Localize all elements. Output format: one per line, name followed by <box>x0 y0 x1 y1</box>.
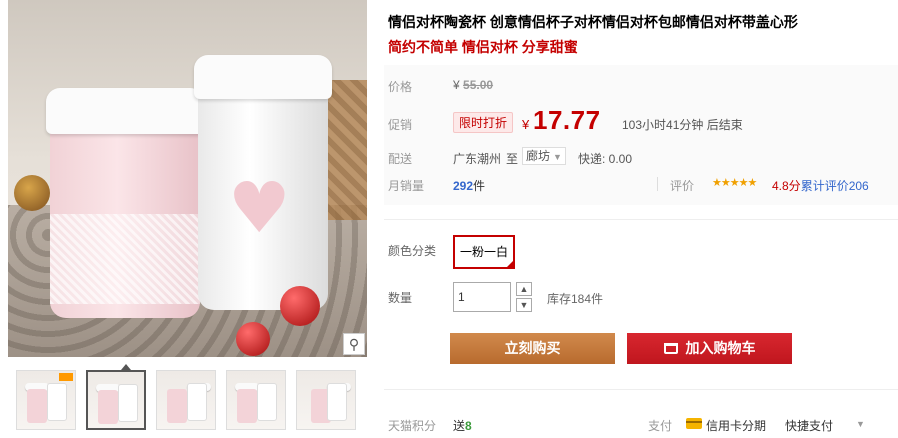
monthly-sales-label: 月销量 <box>388 179 425 193</box>
section-divider <box>384 389 898 390</box>
divider <box>657 177 658 191</box>
cart-icon <box>663 343 678 354</box>
review-label: 评价 <box>670 179 695 193</box>
selected-check-icon <box>505 259 515 269</box>
thumbnail-strip <box>8 364 367 434</box>
rating-summary: 4.8分累计评价206 <box>772 177 869 194</box>
product-main-image[interactable]: ♥ ⚲ <box>8 0 367 357</box>
add-to-cart-label: 加入购物车 <box>685 340 756 356</box>
credit-card-installment[interactable]: 信用卡分期 <box>706 417 766 434</box>
payment-label: 支付 <box>648 419 673 433</box>
thumbnail-2[interactable] <box>86 370 146 430</box>
sku-option-label: 一粉一白 <box>459 245 508 259</box>
quantity-increase-button[interactable]: ▲ <box>516 282 532 296</box>
product-subtitle: 简约不简单 情侣对杯 分享甜蜜 <box>388 39 578 55</box>
quantity-input[interactable] <box>453 282 511 312</box>
points-label: 天猫积分 <box>388 419 437 433</box>
section-divider <box>384 219 898 220</box>
flash-sale-tag: 限时打折 <box>453 112 514 133</box>
chevron-down-icon[interactable]: ▼ <box>856 419 865 429</box>
shipping-origin: 广东潮州 <box>453 152 502 166</box>
sku-option-selected[interactable]: 一粉一白 <box>453 235 515 269</box>
cherry-decoration <box>236 322 270 356</box>
magnifier-icon[interactable]: ⚲ <box>343 333 365 355</box>
thumbnail-3[interactable] <box>156 370 216 430</box>
buy-now-button[interactable]: 立刻购买 <box>450 333 615 364</box>
shipping-label: 配送 <box>388 152 413 166</box>
rating-score: 4.8分 <box>772 179 801 193</box>
original-price-value: 55.00 <box>463 78 494 92</box>
currency-symbol: ¥ <box>453 78 460 92</box>
destination-select[interactable]: 廊坊 ▼ <box>522 147 566 165</box>
color-category-label: 颜色分类 <box>388 244 437 258</box>
pink-cup <box>46 88 204 318</box>
white-cup: ♥ <box>194 55 332 310</box>
quantity-label: 数量 <box>388 291 413 305</box>
quantity-decrease-button[interactable]: ▼ <box>516 298 532 312</box>
thumbnail-1[interactable] <box>16 370 76 430</box>
thumbnail-5[interactable] <box>296 370 356 430</box>
chocolate-decoration <box>14 175 50 211</box>
thumbnail-4[interactable] <box>226 370 286 430</box>
stock-count: 库存184件 <box>547 292 604 306</box>
shipping-fee: 快递: 0.00 <box>578 152 633 166</box>
add-to-cart-button[interactable]: 加入购物车 <box>627 333 792 364</box>
cherry-decoration <box>280 286 320 326</box>
original-price: ¥ 55.00 <box>453 78 493 92</box>
rating-stars-icon: ★★★★★ <box>712 176 757 189</box>
product-title: 情侣对杯陶瓷杯 创意情侣杯子对杯情侣对杯包邮情侣对杯带盖心形 <box>388 14 798 30</box>
monthly-sales-count: 292件 <box>453 179 486 193</box>
promo-price: 17.77 <box>533 105 601 135</box>
price-label: 价格 <box>388 80 413 94</box>
review-count-link[interactable]: 累计评价206 <box>801 179 869 193</box>
shipping-to: 至 <box>506 152 519 166</box>
credit-card-icon <box>686 418 702 429</box>
destination-value: 廊坊 <box>526 149 551 163</box>
promo-label: 促销 <box>388 118 413 132</box>
points-value: 送8 <box>453 419 472 433</box>
express-payment[interactable]: 快捷支付 <box>785 417 833 434</box>
promo-currency-symbol: ¥ <box>522 117 530 132</box>
chevron-down-icon: ▼ <box>553 152 562 162</box>
promo-tag-icon <box>59 373 73 381</box>
promo-countdown: 103小时41分钟 后结束 <box>622 118 743 132</box>
